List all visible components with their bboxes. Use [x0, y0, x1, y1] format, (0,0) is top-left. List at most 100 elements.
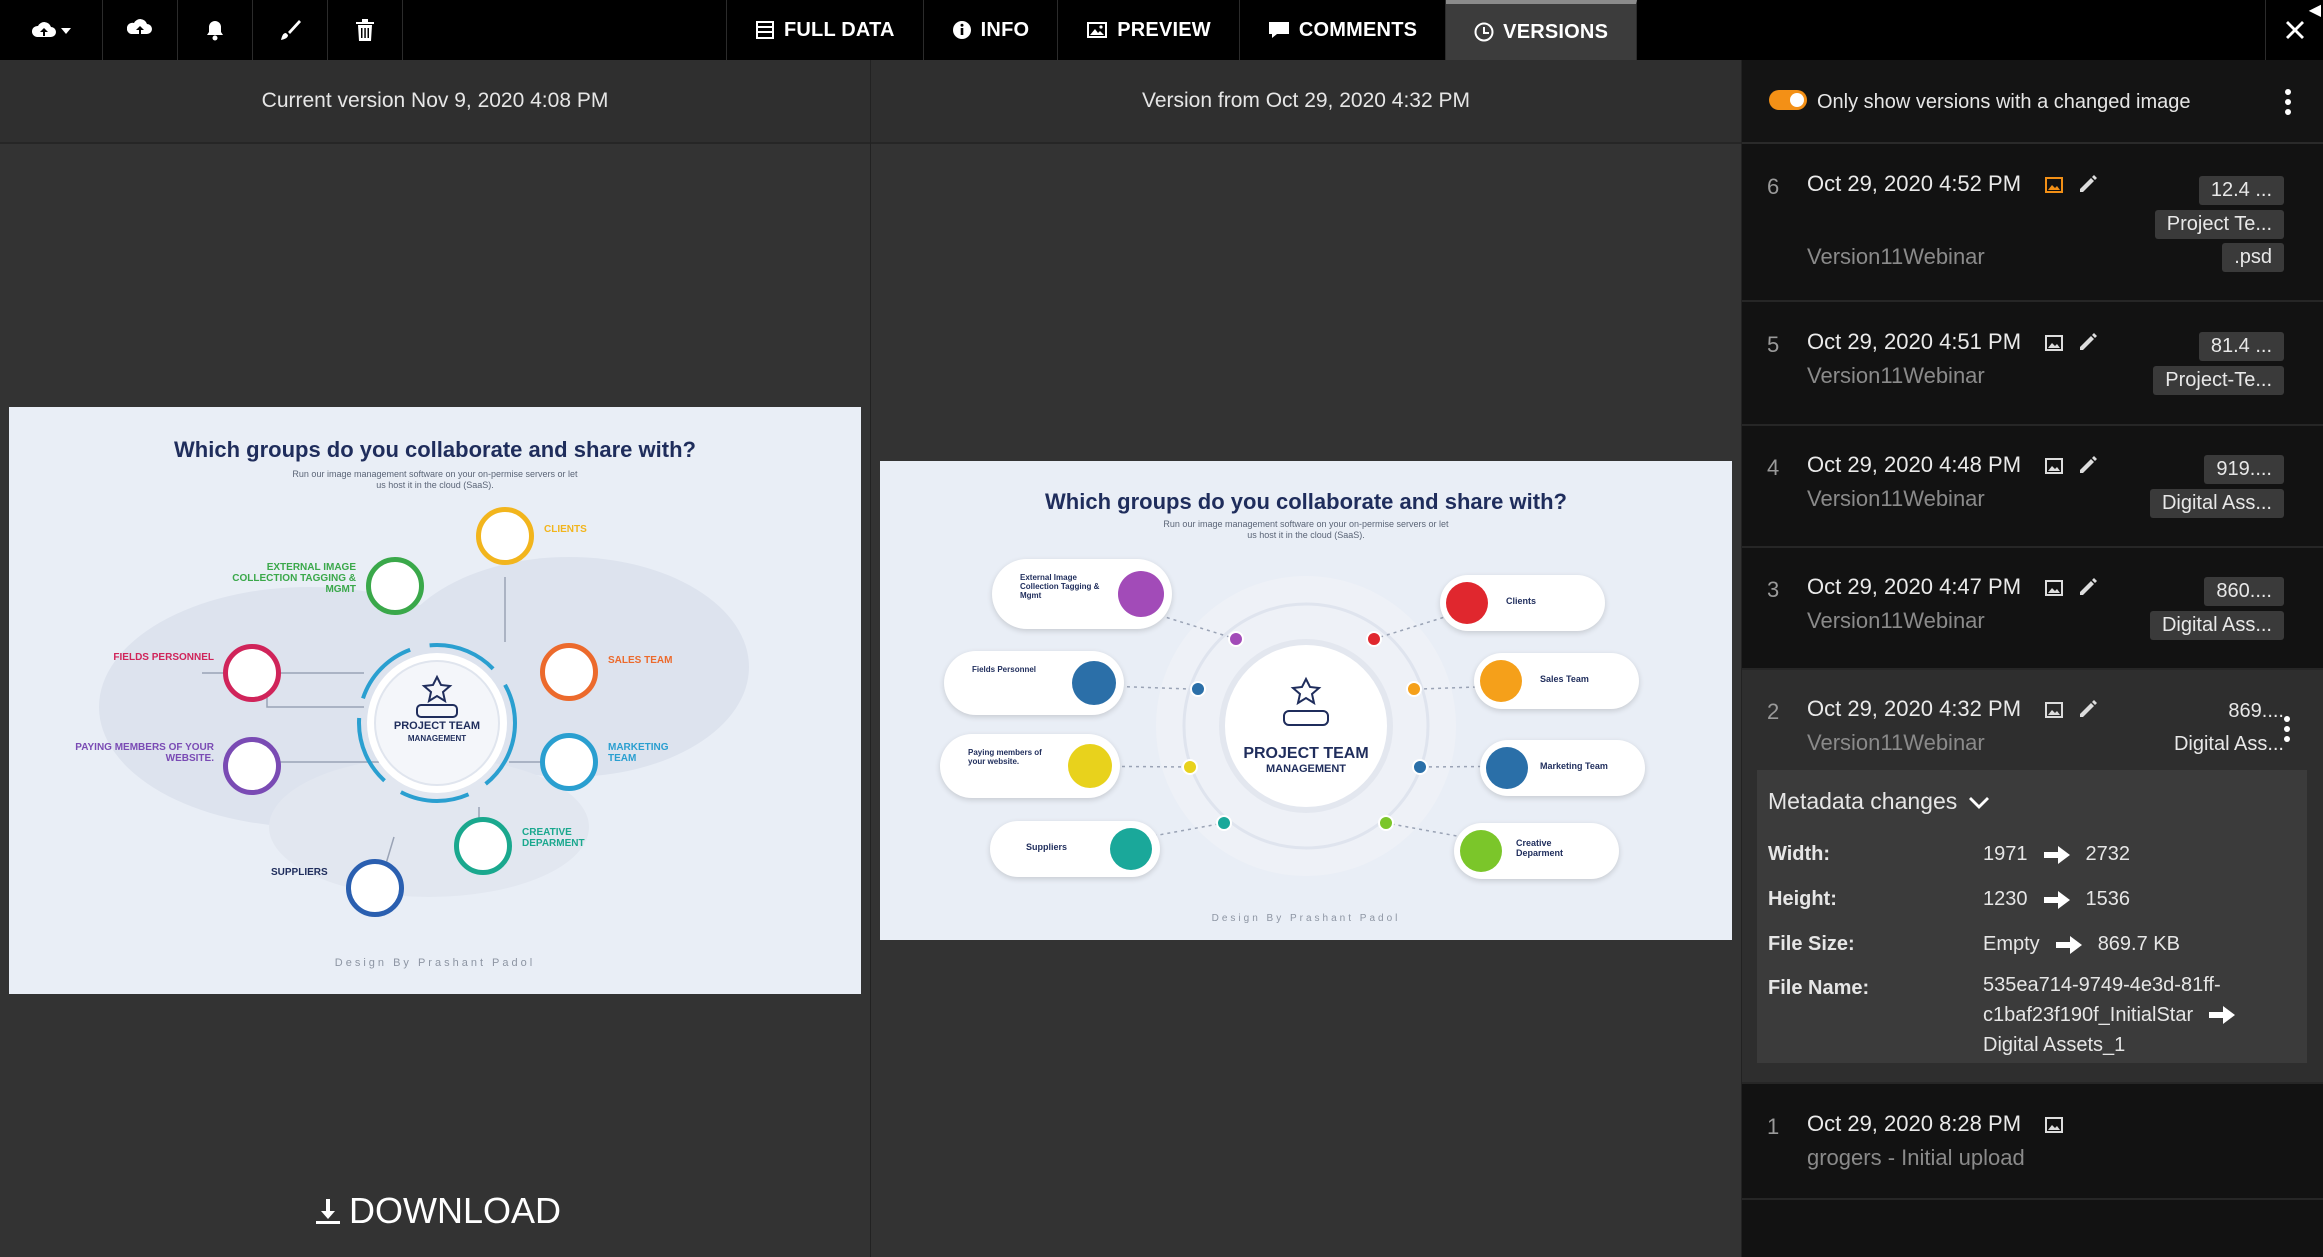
version-date: Oct 29, 2020 4:52 PM	[1807, 171, 2022, 196]
sidebar-more-menu-icon[interactable]	[2285, 89, 2291, 115]
pill-sales-team: Sales Team	[1474, 653, 1639, 709]
delete-button[interactable]	[328, 0, 403, 60]
metadata-width-value: 1971 2732	[1983, 843, 2130, 866]
edit-pencil-icon[interactable]	[2077, 331, 2099, 353]
version-date: Oct 29, 2020 8:28 PM	[1807, 1111, 2022, 1136]
upload-menu-button[interactable]	[0, 0, 103, 60]
pill-suppliers: Suppliers	[990, 821, 1160, 877]
edit-pencil-icon[interactable]	[2077, 698, 2099, 720]
edit-pencil-icon[interactable]	[2077, 173, 2099, 195]
version-item[interactable]: 6 Oct 29, 2020 4:52 PM 12.4 ... Project …	[1742, 144, 2323, 302]
pill-paying-members-label: Paying members of your website.	[968, 748, 1042, 766]
node-fields-personnel-label: FIELDS PERSONNEL	[113, 652, 214, 663]
current-version-header: Current version Nov 9, 2020 4:08 PM	[0, 60, 870, 144]
file-size-chip: 919....	[2204, 455, 2284, 484]
file-extension-chip: .psd	[2222, 243, 2284, 272]
version-author: Version11Webinar	[1807, 486, 1985, 511]
tab-preview[interactable]: PREVIEW	[1058, 0, 1240, 60]
pill-fields-personnel: Fields Personnel	[944, 651, 1124, 715]
node-suppliers	[346, 859, 404, 917]
metadata-height-value: 1230 1536	[1983, 888, 2130, 911]
version-item[interactable]: 1 Oct 29, 2020 8:28 PM grogers - Initial…	[1742, 1084, 2323, 1200]
pill-creative-department: Creative Deparment	[1454, 823, 1619, 879]
version-date: Oct 29, 2020 4:48 PM	[1807, 452, 2022, 477]
file-name-chip: Project-Te...	[2153, 366, 2284, 395]
changed-image-toggle[interactable]	[1769, 90, 1807, 110]
node-clients	[476, 507, 534, 565]
sync-button[interactable]	[103, 0, 178, 60]
edit-pencil-icon[interactable]	[2077, 454, 2099, 476]
expand-arrow-icon[interactable]: ◀	[2309, 0, 2321, 20]
table-icon	[756, 21, 774, 39]
file-size-new: 869.7 KB	[2097, 933, 2180, 955]
current-version-preview[interactable]: Which groups do you collaborate and shar…	[9, 407, 861, 994]
width-new: 2732	[2085, 843, 2131, 865]
image-icon	[1087, 22, 1108, 38]
pill-external-image-collection-label: External Image Collection Tagging & Mgmt	[1020, 573, 1100, 600]
arrow-right-icon	[2043, 890, 2070, 909]
version-author: grogers - Initial upload	[1807, 1145, 2025, 1170]
version-more-menu-icon[interactable]	[2284, 716, 2290, 742]
metadata-file-size-value: Empty 869.7 KB	[1983, 933, 2180, 956]
version-number: 4	[1767, 455, 1780, 480]
file-size-chip: 81.4 ...	[2198, 332, 2284, 361]
infographic-title: Which groups do you collaborate and shar…	[174, 437, 696, 462]
version-author: Version11Webinar	[1807, 730, 1985, 755]
metadata-file-name-value: 535ea714-9749-4e3d-81ff- c1baf23f190f_In…	[1983, 970, 2283, 1060]
metadata-changes-heading: Metadata changes	[1768, 788, 1958, 814]
tab-comments[interactable]: COMMENTS	[1240, 0, 1447, 60]
tab-info-label: INFO	[980, 18, 1030, 41]
versions-sidebar: Only show versions with a changed image …	[1742, 60, 2323, 1257]
version-number: 6	[1767, 174, 1780, 199]
file-name-old-line2: c1baf23f190f_InitialStar	[1983, 1004, 2194, 1026]
file-name-chip: Digital Ass...	[2149, 489, 2284, 518]
node-suppliers-label: SUPPLIERS	[271, 867, 328, 878]
cloud-sync-icon	[127, 19, 152, 37]
version-item[interactable]: 5 Oct 29, 2020 4:51 PM 81.4 ... Version1…	[1742, 302, 2323, 426]
infographic-subtitle-line2: us host it in the cloud (SaaS).	[1247, 530, 1365, 540]
version-item[interactable]: 4 Oct 29, 2020 4:48 PM 919.... Version11…	[1742, 426, 2323, 548]
notifications-button[interactable]	[178, 0, 253, 60]
tab-versions[interactable]: VERSIONS	[1446, 0, 1638, 60]
version-author: Version11Webinar	[1807, 608, 1985, 633]
image-icon	[2045, 458, 2063, 474]
tab-versions-label: VERSIONS	[1503, 20, 1609, 43]
edit-pencil-icon[interactable]	[2077, 576, 2099, 598]
image-changed-icon	[2045, 177, 2063, 193]
node-sales-team	[540, 643, 598, 701]
pill-paying-members: Paying members of your website.	[940, 734, 1120, 798]
file-size-old: Empty	[1983, 933, 2040, 955]
arrow-right-icon	[2043, 845, 2070, 864]
tab-info[interactable]: INFO	[924, 0, 1059, 60]
tab-full-data[interactable]: FULL DATA	[727, 0, 924, 60]
node-paying-members	[223, 737, 281, 795]
compared-version-pane: Version from Oct 29, 2020 4:32 PM Which …	[871, 60, 1742, 1257]
image-icon	[2045, 335, 2063, 351]
node-marketing-team-label: MARKETING TEAM	[608, 742, 669, 764]
arrow-right-icon	[2055, 935, 2082, 954]
node-creative-department-label: CREATIVE DEPARMENT	[522, 827, 585, 849]
node-creative-department	[454, 817, 512, 875]
edit-brush-button[interactable]	[253, 0, 328, 60]
download-button[interactable]: DOWNLOAD	[315, 1190, 561, 1232]
file-name-chip: Digital Ass...	[2149, 611, 2284, 640]
version-item[interactable]: 3 Oct 29, 2020 4:47 PM 860.... Version11…	[1742, 548, 2323, 670]
metadata-file-name-label: File Name:	[1768, 977, 1870, 999]
pill-fields-personnel-label: Fields Personnel	[972, 665, 1037, 674]
height-new: 1536	[2085, 888, 2131, 910]
compared-version-preview[interactable]: Which groups do you collaborate and shar…	[880, 461, 1732, 940]
chevron-down-icon	[1969, 796, 1990, 809]
info-icon	[952, 21, 971, 39]
tab-preview-label: PREVIEW	[1117, 18, 1211, 41]
arrow-right-icon	[2209, 1006, 2236, 1024]
pill-marketing-team-label: Marketing Team	[1540, 761, 1608, 771]
version-item-selected[interactable]: 2 Oct 29, 2020 4:32 PM 869.... Version11…	[1742, 670, 2323, 1084]
pill-clients: Clients	[1440, 575, 1605, 631]
pill-marketing-team: Marketing Team	[1480, 740, 1645, 796]
center-label-line1: PROJECT TEAM	[393, 720, 481, 732]
node-marketing-team	[540, 733, 598, 791]
center-label-line2: MANAGEMENT	[407, 734, 467, 743]
metadata-changes-toggle[interactable]: Metadata changes	[1768, 788, 1990, 815]
infographic-footer: Design By Prashant Padol	[1211, 913, 1401, 924]
bell-icon	[207, 21, 223, 41]
